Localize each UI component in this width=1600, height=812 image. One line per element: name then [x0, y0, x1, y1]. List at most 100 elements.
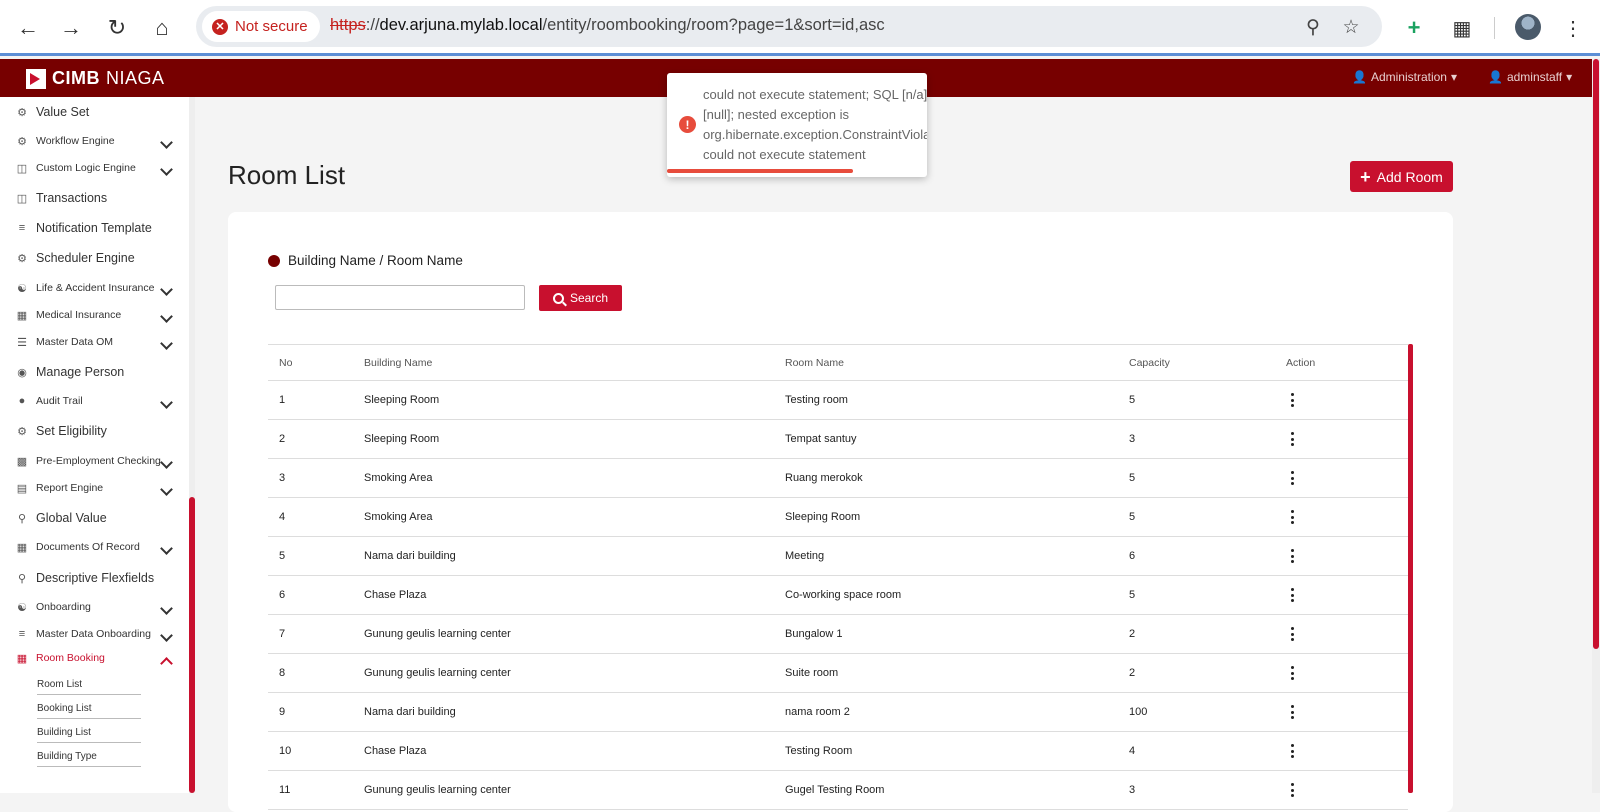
table-scrollbar[interactable]	[1408, 344, 1413, 793]
home-icon[interactable]: ⌂	[146, 12, 178, 44]
sidebar-item-custom-logic-engine[interactable]: ◫ Custom Logic Engine	[16, 162, 136, 175]
reload-icon[interactable]: ↻	[101, 12, 133, 44]
chevron-down-icon[interactable]	[160, 544, 172, 556]
more-menu-icon[interactable]: ⋮	[1557, 12, 1589, 44]
row-actions-kebab-icon[interactable]	[1286, 471, 1298, 485]
table-row[interactable]: 8 Gunung geulis learning center Suite room…	[268, 654, 1408, 693]
sidebar-scrollbar[interactable]	[189, 97, 195, 793]
table-icon: ▦	[16, 309, 28, 322]
chevron-down-icon[interactable]	[160, 138, 172, 150]
user-menu[interactable]: 👤 adminstaff ▾	[1488, 70, 1572, 84]
sidebar-item-room-booking[interactable]: ▦ Room Booking	[16, 652, 105, 665]
sidebar-item-notification-template[interactable]: ≡ Notification Template	[16, 221, 152, 235]
row-actions-kebab-icon[interactable]	[1286, 744, 1298, 758]
sidebar-item-set-eligibility[interactable]: ⚙ Set Eligibility	[16, 424, 107, 438]
sidebar-subitem-booking-list[interactable]: Booking List	[37, 703, 141, 719]
row-actions-kebab-icon[interactable]	[1286, 627, 1298, 641]
sidebar-item-label: Global Value	[36, 511, 107, 525]
bookmark-star-icon[interactable]: ☆	[1338, 14, 1364, 40]
sidebar-subitem-room-list[interactable]: Room List	[37, 679, 141, 695]
sidebar-item-workflow-engine[interactable]: ⚙ Workflow Engine	[16, 135, 115, 148]
sidebar-item-audit-trail[interactable]: ● Audit Trail	[16, 395, 83, 407]
extensions-puzzle-icon[interactable]: ▦	[1446, 12, 1478, 44]
forward-icon[interactable]: →	[55, 12, 87, 44]
row-actions-kebab-icon[interactable]	[1286, 783, 1298, 797]
table-row[interactable]: 4 Smoking Area Sleeping Room 5	[268, 498, 1408, 537]
sidebar-item-master-data-om[interactable]: ☰ Master Data OM	[16, 336, 114, 349]
table-row[interactable]: 2 Sleeping Room Tempat santuy 3	[268, 420, 1408, 459]
chevron-down-icon[interactable]	[160, 165, 172, 177]
table-row[interactable]: 11 Gunung geulis learning center Gugel Tes…	[268, 771, 1408, 810]
chevron-down-icon[interactable]	[160, 485, 172, 497]
table-row[interactable]: 3 Smoking Area Ruang merokok 5	[268, 459, 1408, 498]
sidebar-item-documents-of-record[interactable]: ▦ Documents Of Record	[16, 541, 140, 554]
table-row[interactable]: 6 Chase Plaza Co-working space room 5	[268, 576, 1408, 615]
chevron-down-icon[interactable]	[160, 458, 172, 470]
security-chip[interactable]: ✕ Not secure	[202, 11, 320, 42]
table-row[interactable]: 1 Sleeping Room Testing room 5	[268, 381, 1408, 420]
sidebar-subitem-building-list[interactable]: Building List	[37, 727, 141, 743]
sidebar-item-life-accident-insurance[interactable]: ☯ Life & Accident Insurance	[16, 282, 154, 295]
zoom-icon[interactable]: ⚲	[1300, 14, 1326, 40]
column-header[interactable]: Room Name	[785, 357, 844, 369]
table-cell: 7	[279, 628, 286, 640]
table-row[interactable]: 10 Chase Plaza Testing Room 4	[268, 732, 1408, 771]
administration-menu[interactable]: 👤 Administration ▾	[1352, 70, 1457, 84]
chevron-down-icon[interactable]	[160, 631, 172, 643]
row-actions-kebab-icon[interactable]	[1286, 510, 1298, 524]
table-row[interactable]: 7 Gunung geulis learning center Bungalow 1…	[268, 615, 1408, 654]
row-actions-kebab-icon[interactable]	[1286, 549, 1298, 563]
search-button[interactable]: Search	[539, 285, 622, 311]
search-input[interactable]	[275, 285, 525, 310]
page-scrollbar[interactable]	[1592, 59, 1600, 793]
row-actions-kebab-icon[interactable]	[1286, 588, 1298, 602]
table-row[interactable]: 9 Nama dari building nama room 2 100	[268, 693, 1408, 732]
row-actions-kebab-icon[interactable]	[1286, 666, 1298, 680]
column-header[interactable]: No	[279, 357, 292, 369]
table-cell: Testing Room	[785, 745, 853, 757]
table-row[interactable]: 5 Nama dari building Meeting 6	[268, 537, 1408, 576]
table-cell: Ruang merokok	[785, 472, 863, 484]
chevron-down-icon[interactable]	[160, 339, 172, 351]
sidebar-item-medical-insurance[interactable]: ▦ Medical Insurance	[16, 309, 121, 322]
search-icon	[552, 292, 564, 304]
sidebar-item-report-engine[interactable]: ▤ Report Engine	[16, 482, 103, 495]
table-cell: Nama dari building	[364, 550, 456, 562]
back-icon[interactable]: ←	[12, 12, 44, 44]
address-bar[interactable]: ✕ Not secure https://dev.arjuna.mylab.lo…	[196, 6, 1382, 47]
sidebar-item-label: Transactions	[36, 191, 108, 205]
table-cell: Sleeping Room	[364, 394, 440, 406]
table-cell: Testing room	[785, 394, 848, 406]
sidebar-item-value-set[interactable]: ⚙ Value Set	[16, 105, 89, 119]
sidebar-item-onboarding[interactable]: ☯ Onboarding	[16, 601, 91, 614]
row-actions-kebab-icon[interactable]	[1286, 705, 1298, 719]
sidebar-item-descriptive-flexfields[interactable]: ⚲ Descriptive Flexfields	[16, 571, 154, 585]
sidebar-item-master-data-onboarding[interactable]: ≡ Master Data Onboarding	[16, 628, 151, 640]
sidebar-item-scheduler-engine[interactable]: ⚙ Scheduler Engine	[16, 251, 135, 265]
add-extension-icon[interactable]: +	[1398, 12, 1430, 44]
add-room-button[interactable]: + Add Room	[1350, 161, 1453, 192]
sidebar-item-manage-person[interactable]: ◉ Manage Person	[16, 365, 124, 379]
sidebar-subitem-building-type[interactable]: Building Type	[37, 751, 141, 767]
chevron-down-icon[interactable]	[160, 398, 172, 410]
profile-avatar[interactable]	[1515, 14, 1541, 40]
row-actions-kebab-icon[interactable]	[1286, 393, 1298, 407]
sidebar-item-pre-employment-checking[interactable]: ▩ Pre-Employment Checking	[16, 455, 161, 468]
table-cell: 5	[1129, 511, 1136, 523]
chevron-down-icon[interactable]	[160, 312, 172, 324]
url-text[interactable]: https://dev.arjuna.mylab.local/entity/ro…	[330, 16, 885, 35]
sidebar-item-global-value[interactable]: ⚲ Global Value	[16, 511, 107, 525]
chevron-up-icon[interactable]	[160, 655, 172, 667]
chevron-down-icon[interactable]	[160, 285, 172, 297]
sidebar-item-label: Master Data OM	[36, 336, 114, 348]
column-header[interactable]: Building Name	[364, 357, 432, 369]
brand-logo[interactable]: CIMB NIAGA	[26, 68, 165, 89]
column-header[interactable]: Capacity	[1129, 357, 1170, 369]
error-toast[interactable]: ! could not execute statement; SQL [n/a]…	[667, 73, 927, 177]
chevron-down-icon[interactable]	[160, 604, 172, 616]
sidebar-item-label: Descriptive Flexfields	[36, 571, 155, 585]
table-cell: 5	[1129, 472, 1136, 484]
row-actions-kebab-icon[interactable]	[1286, 432, 1298, 446]
column-header[interactable]: Action	[1286, 357, 1315, 369]
sidebar-item-transactions[interactable]: ◫ Transactions	[16, 191, 107, 205]
